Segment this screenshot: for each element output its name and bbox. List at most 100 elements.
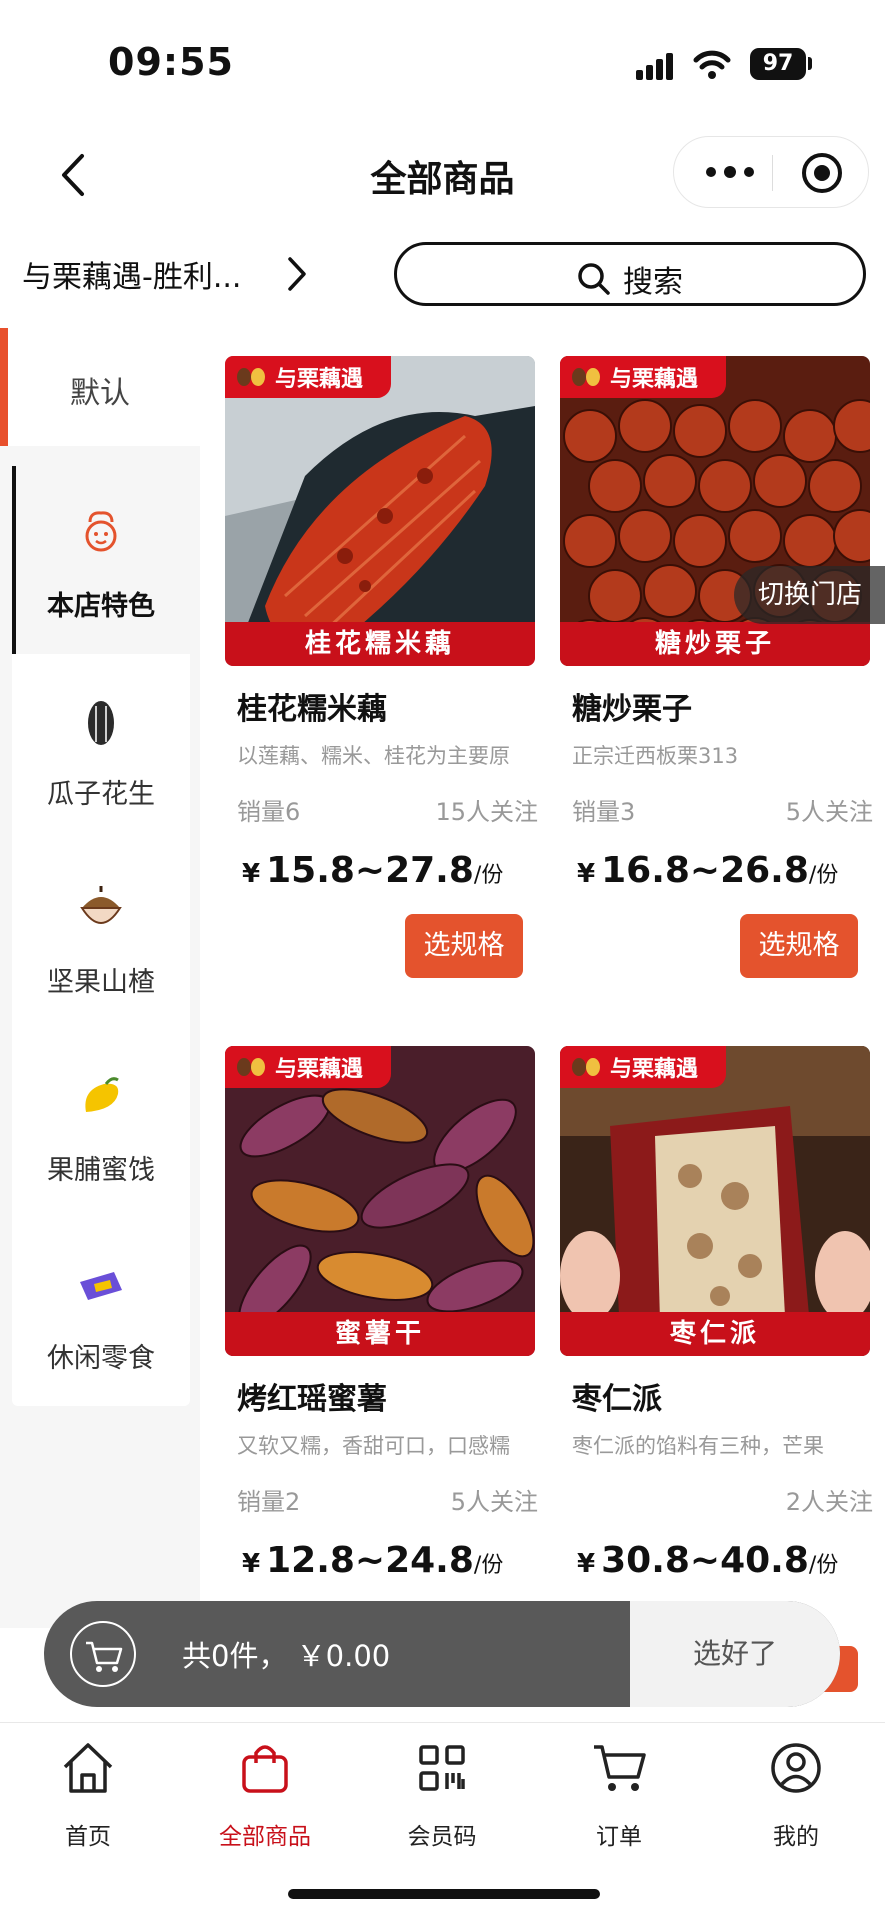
select-spec-button[interactable]: 选规格 (405, 914, 523, 978)
miniapp-capsule (673, 136, 869, 208)
product-price: ¥ 15.8~27.8 /份 (242, 850, 503, 891)
product-name: 枣仁派 (572, 1382, 662, 1417)
switch-store-button[interactable]: 切换门店 (734, 566, 885, 624)
image-banner: 蜜薯干 (225, 1312, 535, 1356)
price-unit: /份 (473, 1553, 504, 1578)
capsule-divider (772, 155, 773, 191)
sunflower-seed-icon (88, 701, 114, 745)
sidebar-item-label: 瓜子花生 (47, 779, 155, 810)
tab-member-code[interactable]: 会员码 (367, 1739, 517, 1851)
price-value: 16.8~26.8 (601, 850, 809, 891)
product-card[interactable]: 与栗藕遇 蜜薯干 烤红瑶蜜薯 又软又糯，香甜可口，口感糯 销量2 5人关注 ¥ … (222, 1046, 538, 1686)
brand-tag: 与栗藕遇 (560, 356, 726, 398)
product-card[interactable]: 与栗藕遇 桂花糯米藕 桂花糯米藕 以莲藕、糯米、桂花为主要原 销量6 15人关注… (222, 356, 538, 996)
category-sidebar: 默认 本店特色 瓜子花生 坚果山楂 果脯蜜饯 休闲零食 (0, 328, 200, 1628)
hazelnut-icon (80, 886, 122, 924)
store-search-row: 与栗藕遇-胜利... 搜索 (0, 238, 885, 308)
product-follows: 5人关注 (785, 798, 873, 826)
product-follows: 5人关注 (450, 1488, 538, 1516)
price-unit: /份 (473, 863, 504, 888)
category-panel: 本店特色 瓜子花生 坚果山楂 果脯蜜饯 休闲零食 (12, 466, 190, 1406)
sidebar-item-label: 休闲零食 (47, 1343, 155, 1374)
battery-tip (808, 57, 812, 70)
product-sales: 销量3 (572, 798, 636, 826)
product-image[interactable]: 与栗藕遇 桂花糯米藕 (225, 356, 535, 666)
shopping-bag-icon (242, 1745, 288, 1793)
chevron-right-icon[interactable] (286, 256, 308, 292)
sidebar-item-default[interactable]: 默认 (0, 328, 200, 446)
tab-label: 订单 (596, 1824, 642, 1850)
brand-tag: 与栗藕遇 (225, 1046, 391, 1088)
price-unit: /份 (808, 863, 839, 888)
home-indicator (288, 1889, 600, 1899)
currency: ¥ (242, 859, 261, 889)
product-name: 烤红瑶蜜薯 (237, 1382, 387, 1417)
sidebar-item-snacks[interactable]: 休闲零食 (12, 1218, 190, 1406)
sidebar-item-label: 果脯蜜饯 (47, 1155, 155, 1186)
date-pie-image (560, 1046, 870, 1356)
currency: ¥ (577, 1549, 596, 1579)
sidebar-item-dried-fruit[interactable]: 果脯蜜饯 (12, 1030, 190, 1218)
product-desc: 以莲藕、糯米、桂花为主要原 (237, 744, 510, 768)
brand-mascot-icon (572, 364, 602, 390)
brand-mascot-icon (237, 364, 267, 390)
product-name: 桂花糯米藕 (237, 692, 387, 727)
brand-name: 与栗藕遇 (610, 367, 699, 392)
close-miniapp-icon[interactable] (802, 153, 842, 193)
product-desc: 正宗迁西板栗313 (572, 744, 739, 768)
tab-home[interactable]: 首页 (13, 1739, 163, 1851)
active-indicator (12, 466, 16, 654)
mango-icon (85, 1077, 119, 1112)
store-name[interactable]: 与栗藕遇-胜利... (22, 252, 262, 296)
signal-icon (636, 52, 676, 80)
tab-label: 全部商品 (219, 1824, 311, 1850)
product-card[interactable]: 与栗藕遇 枣仁派 枣仁派 枣仁派的馅料有三种，芒果 2人关注 ¥ 30.8~40… (557, 1046, 873, 1692)
price-unit: /份 (808, 1553, 839, 1578)
product-card[interactable]: 与栗藕遇 糖炒栗子 糖炒栗子 正宗迁西板栗313 销量3 5人关注 ¥ 16.8… (557, 356, 873, 996)
currency: ¥ (577, 859, 596, 889)
product-sales: 销量6 (237, 798, 301, 826)
cart-icon (594, 1745, 646, 1791)
tab-all-products[interactable]: 全部商品 (190, 1739, 340, 1851)
search-input[interactable]: 搜索 (394, 242, 866, 306)
product-sales: 销量2 (237, 1488, 301, 1516)
product-name: 糖炒栗子 (572, 692, 692, 727)
product-image[interactable]: 与栗藕遇 蜜薯干 (225, 1046, 535, 1356)
price-value: 15.8~27.8 (266, 850, 474, 891)
brand-name: 与栗藕遇 (610, 1057, 699, 1082)
tab-profile[interactable]: 我的 (721, 1739, 871, 1851)
sidebar-item-nuts[interactable]: 坚果山楂 (12, 842, 190, 1030)
image-banner: 糖炒栗子 (560, 622, 870, 666)
brand-name: 与栗藕遇 (275, 1057, 364, 1082)
brand-tag: 与栗藕遇 (560, 1046, 726, 1088)
sweet-potato-image (225, 1046, 535, 1356)
home-icon (63, 1743, 113, 1793)
price-value: 30.8~40.8 (601, 1540, 809, 1581)
tab-orders[interactable]: 订单 (544, 1739, 694, 1851)
product-desc: 又软又糯，香甜可口，口感糯 (237, 1434, 510, 1458)
cart-bar: 共0件， ￥0.00 选好了 (44, 1601, 840, 1707)
cart-button[interactable] (70, 1621, 136, 1687)
product-image[interactable]: 与栗藕遇 枣仁派 (560, 1046, 870, 1356)
brand-name: 与栗藕遇 (275, 367, 364, 392)
tab-label: 我的 (773, 1824, 819, 1850)
product-follows: 2人关注 (785, 1488, 873, 1516)
cart-icon (86, 1641, 123, 1672)
status-bar: 09:55 97 (0, 0, 885, 120)
search-icon (578, 263, 610, 295)
lotus-root-image (225, 356, 535, 666)
sidebar-item-seeds[interactable]: 瓜子花生 (12, 654, 190, 842)
sidebar-item-label: 默认 (70, 376, 130, 411)
more-icon[interactable] (704, 159, 756, 185)
sidebar-item-specialty[interactable]: 本店特色 (12, 466, 190, 654)
checkout-button[interactable]: 选好了 (630, 1601, 840, 1707)
product-follows: 15人关注 (435, 798, 538, 826)
product-price: ¥ 12.8~24.8 /份 (242, 1540, 503, 1581)
search-label: 搜索 (623, 265, 683, 300)
sidebar-item-label: 坚果山楂 (47, 967, 155, 998)
brand-mascot-icon (572, 1054, 602, 1080)
select-spec-button[interactable]: 选规格 (740, 914, 858, 978)
product-desc: 枣仁派的馅料有三种，芒果 (572, 1434, 824, 1458)
status-time: 09:55 (108, 40, 234, 84)
brand-mascot-icon (237, 1054, 267, 1080)
